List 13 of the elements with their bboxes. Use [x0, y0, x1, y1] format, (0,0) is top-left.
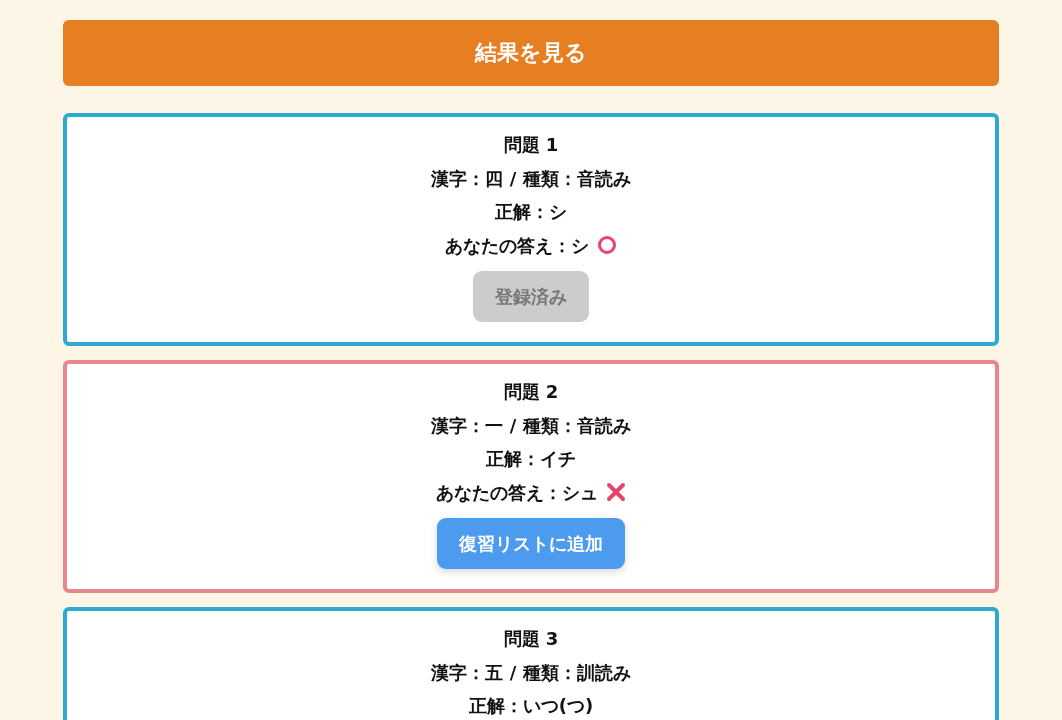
your-answer: あなたの答え：シ — [445, 233, 589, 258]
question-title: 問題 3 — [503, 627, 559, 651]
kanji-info: 漢字：四 / 種類：音読み — [431, 166, 631, 191]
kanji-info: 漢字：五 / 種類：訓読み — [431, 660, 631, 685]
correct-answer: 正解：いつ(つ) — [468, 694, 594, 718]
results-button[interactable]: 結果を見る — [63, 20, 999, 86]
question-title: 問題 2 — [503, 380, 559, 404]
correct-answer: 正解：イチ — [486, 447, 576, 471]
question-title: 問題 1 — [503, 133, 559, 157]
your-answer: あなたの答え：シュ — [436, 480, 598, 505]
kanji-info: 漢字：一 / 種類：音読み — [431, 413, 631, 438]
add-review-button[interactable]: 復習リストに追加 — [437, 518, 625, 569]
correct-answer: 正解：シ — [495, 200, 567, 224]
